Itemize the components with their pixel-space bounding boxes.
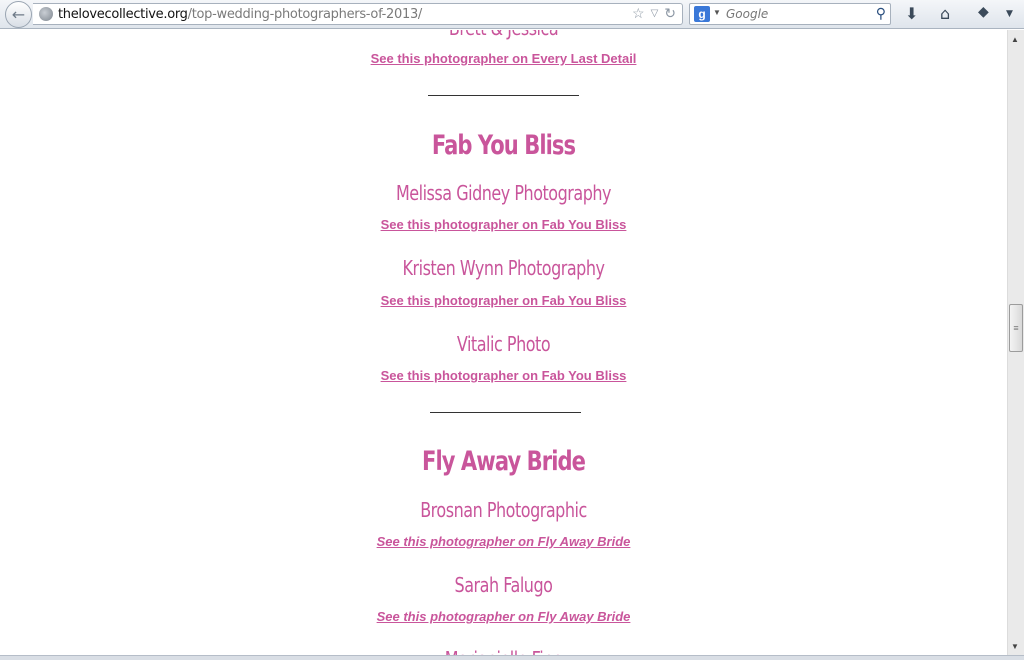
scroll-up-arrow-icon[interactable]: ▲: [1011, 35, 1019, 44]
photographer-link[interactable]: See this photographer on Fab You Bliss: [0, 368, 1007, 383]
photographer-link[interactable]: See this photographer on Fab You Bliss: [0, 217, 1007, 232]
scroll-down-arrow-icon[interactable]: ▼: [1011, 642, 1019, 651]
grip-icon: ≡: [1013, 323, 1019, 333]
photographer-link[interactable]: See this photographer on Fly Away Bride: [0, 609, 1007, 624]
browser-toolbar: ← thelovecollective.org/top-wedding-phot…: [0, 0, 1024, 29]
search-magnifier-icon[interactable]: ⚲: [876, 5, 886, 22]
bottom-strip: [0, 655, 1024, 660]
photographer-link[interactable]: See this photographer on Fab You Bliss: [0, 293, 1007, 308]
section-divider: [430, 412, 581, 413]
bookmark-star-icon[interactable]: ☆: [632, 5, 645, 22]
page-content: Brett & Jessica See this photographer on…: [0, 30, 1007, 655]
photographer-name: Melissa Gidney Photography: [395, 181, 612, 205]
photographer-name: Kristen Wynn Photography: [402, 256, 605, 280]
back-button[interactable]: ←: [5, 1, 32, 28]
section-title: Fab You Bliss: [431, 130, 576, 161]
photographer-name: Sarah Falugo: [454, 573, 553, 597]
search-bar[interactable]: g ▼ Google ⚲: [689, 3, 891, 25]
photographer-name: Vitalic Photo: [456, 332, 551, 356]
photographer-name: Brosnan Photographic: [420, 498, 587, 522]
photographer-name: Marianielle Fine: [101, 647, 907, 655]
menu-dropdown-icon[interactable]: ▼: [1006, 9, 1013, 19]
section-title: Fly Away Bride: [422, 446, 586, 477]
downloads-icon[interactable]: ⬇: [905, 4, 918, 23]
history-dropdown-icon[interactable]: ▽: [651, 8, 659, 22]
vertical-scrollbar[interactable]: ▲ ≡ ▼: [1007, 30, 1024, 655]
photographer-link[interactable]: See this photographer on Every Last Deta…: [0, 51, 1007, 66]
google-engine-icon[interactable]: g: [694, 6, 710, 22]
back-arrow-icon: ←: [11, 5, 26, 24]
url-path: /top-wedding-photographers-of-2013/: [187, 7, 423, 22]
photographer-name: Brett & Jessica: [101, 30, 907, 40]
photographer-link[interactable]: See this photographer on Fly Away Bride: [0, 534, 1007, 549]
url-text[interactable]: thelovecollective.org/top-wedding-photog…: [58, 7, 422, 22]
home-icon[interactable]: ⌂: [940, 4, 950, 23]
site-identity-icon[interactable]: [39, 7, 53, 21]
addon-icon[interactable]: ◆: [978, 4, 989, 20]
address-bar[interactable]: thelovecollective.org/top-wedding-photog…: [33, 3, 683, 25]
scrollbar-thumb[interactable]: ≡: [1009, 304, 1023, 352]
url-domain: thelovecollective.org: [58, 7, 188, 22]
section-divider: [428, 95, 579, 96]
reload-icon[interactable]: ↻: [664, 5, 676, 22]
search-input[interactable]: Google: [726, 7, 768, 21]
engine-dropdown-icon[interactable]: ▼: [713, 8, 721, 17]
url-actions: ☆ ▽ ↻: [632, 5, 676, 22]
